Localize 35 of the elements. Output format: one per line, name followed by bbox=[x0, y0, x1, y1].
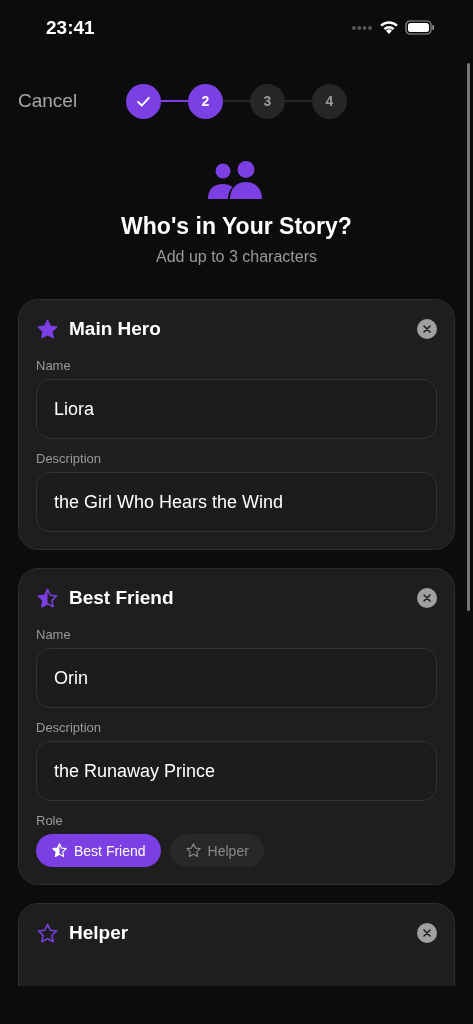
input-field[interactable]: the Girl Who Hears the Wind bbox=[36, 472, 437, 532]
field-label: Role bbox=[36, 813, 64, 828]
step-indicator: 2 bbox=[188, 83, 223, 119]
step-indicator: 3 bbox=[250, 83, 285, 119]
wifi-icon bbox=[379, 20, 399, 35]
cancel-button[interactable]: Cancel bbox=[18, 90, 126, 112]
close-icon bbox=[422, 324, 432, 334]
field-label: Name bbox=[36, 627, 72, 642]
input-field[interactable]: Orin bbox=[36, 648, 437, 708]
battery-icon bbox=[405, 20, 435, 35]
star-icon bbox=[184, 842, 202, 859]
page-subtitle: Add up to 3 characters bbox=[156, 248, 317, 266]
close-button[interactable] bbox=[417, 923, 437, 943]
close-icon bbox=[422, 928, 432, 938]
role-chip[interactable]: Best Friend bbox=[36, 834, 161, 867]
signal-icon bbox=[351, 24, 373, 31]
card-title: Helper bbox=[69, 922, 130, 944]
card-title: Main Hero bbox=[69, 318, 162, 340]
star-icon bbox=[51, 842, 68, 859]
star-icon bbox=[36, 586, 59, 610]
field-label: Description bbox=[36, 720, 103, 735]
star-icon bbox=[36, 317, 59, 341]
card-title: Best Friend bbox=[69, 587, 175, 609]
star-icon bbox=[36, 921, 59, 945]
close-button[interactable] bbox=[417, 588, 437, 608]
field-label: Name bbox=[36, 358, 72, 373]
input-field[interactable]: Liora bbox=[36, 379, 437, 439]
close-button[interactable] bbox=[417, 319, 437, 339]
page-title: Who's in Your Story? bbox=[121, 213, 352, 240]
close-icon bbox=[422, 593, 432, 603]
input-field[interactable]: the Runaway Prince bbox=[36, 741, 437, 801]
field-label: Description bbox=[36, 451, 103, 466]
status-time: 23:41 bbox=[46, 16, 95, 39]
step-indicator: 4 bbox=[312, 83, 347, 119]
role-chip[interactable]: Helper bbox=[169, 834, 264, 867]
